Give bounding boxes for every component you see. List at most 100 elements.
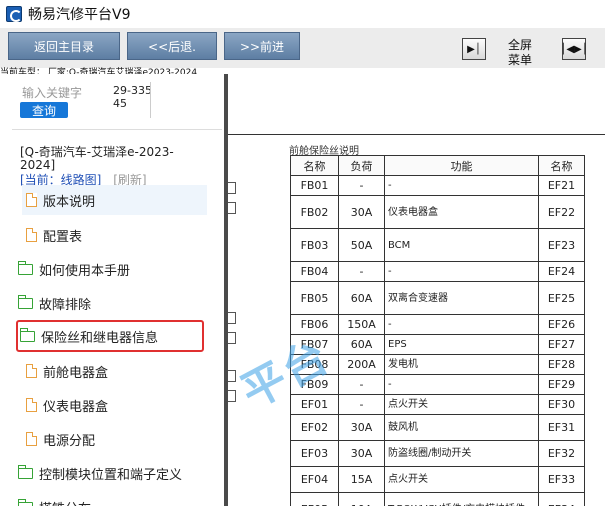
table-row: EF03 30A 防盗线圈/制动开关 EF32	[290, 440, 585, 467]
nav-item-config[interactable]: 配置表	[22, 220, 207, 250]
document-icon	[26, 193, 37, 207]
nav-item-troubleshooting[interactable]: 故障排除	[18, 288, 203, 318]
table-cell: EF34	[538, 492, 585, 506]
table-cell: EF24	[538, 261, 585, 282]
table-cell: 30A	[338, 440, 385, 467]
title-bar: 畅易汽修平台V9	[0, 0, 605, 28]
folder-icon	[18, 294, 33, 309]
column-header: 功能	[384, 155, 539, 176]
table-cell: FB09	[290, 374, 339, 395]
back-button[interactable]: <<后退.	[127, 32, 217, 60]
divider	[12, 129, 222, 130]
nav-item-ground-distribution[interactable]: 搭铁分布	[18, 492, 203, 506]
table-cell: 30A	[338, 414, 385, 441]
table-row: FB01- - EF21	[290, 175, 585, 196]
table-cell: EF32	[538, 440, 585, 467]
table-cell: EF26	[538, 314, 585, 335]
table-cell: FB01	[290, 175, 339, 196]
table-cell: 150A	[338, 314, 385, 335]
breadcrumb: [Q-奇瑞汽车-艾瑞泽e-2023-2024]	[20, 145, 174, 172]
table-row: FB06 150A - EF26	[290, 314, 585, 335]
column-header: 负荷	[338, 155, 385, 176]
column-header: 名称	[290, 155, 339, 176]
table-cell: EF22	[538, 195, 585, 229]
diagram-mark	[228, 370, 236, 382]
table-row: FB03 50A BCM EF23	[290, 228, 585, 262]
nav-item-label: 电源分配	[43, 433, 96, 449]
window-title: 畅易汽修平台V9	[28, 7, 131, 23]
collapse-panel-icon[interactable]: ▶│	[462, 38, 486, 60]
nav-item-instrument-box[interactable]: 仪表电器盒	[22, 390, 207, 420]
nav-item-label: 如何使用本手册	[39, 263, 131, 279]
expand-panel-icon[interactable]: │◀▶│	[560, 38, 588, 60]
table-row: FB02 30A 仪表电器盒 EF22	[290, 195, 585, 229]
nav-item-front-box[interactable]: 前舱电器盒	[22, 356, 207, 386]
fullscreen-label: 全屏 菜单	[507, 38, 532, 67]
table-cell: -	[338, 261, 385, 282]
nav-item-label: 前舱电器盒	[43, 365, 109, 381]
table-cell: 200A	[338, 354, 385, 375]
document-icon	[26, 398, 37, 412]
forward-button[interactable]: >>前进	[224, 32, 300, 60]
table-cell: FB08	[290, 354, 339, 375]
folder-icon	[20, 327, 35, 342]
nav-item-fuse-relay[interactable]: 保险丝和继电器信息	[16, 320, 204, 352]
table-cell: 60A	[338, 334, 385, 355]
table-cell: 30A	[338, 195, 385, 229]
table-cell: 10A	[338, 492, 385, 506]
table-cell: EF03	[290, 440, 339, 467]
table-cell: FB07	[290, 334, 339, 355]
table-cell: EF01	[290, 394, 339, 415]
fullscreen-menu-button[interactable]: 全屏 菜单	[500, 38, 540, 68]
document-viewer: 前舱保险丝说明 名称 负荷 功能 名称 FB01- - EF21 FB02 30A 仪表电…	[228, 74, 605, 506]
table-cell: EF05	[290, 492, 339, 506]
table-cell: 双离合变速器	[384, 281, 539, 315]
folder-icon	[18, 464, 33, 479]
table-cell: -	[338, 175, 385, 196]
search-input[interactable]: 输入关键字	[22, 84, 82, 101]
table-cell: FB04	[290, 261, 339, 282]
nav-item-label: 版本说明	[43, 194, 96, 210]
nav-item-label: 保险丝和继电器信息	[41, 330, 159, 346]
table-row: FB05 60A 双离合变速器 EF25	[290, 281, 585, 315]
table-cell: -	[338, 374, 385, 395]
query-button[interactable]: 查询	[20, 102, 68, 118]
nav-item-label: 故障排除	[39, 297, 92, 313]
table-cell: 60A	[338, 281, 385, 315]
diagram-mark	[228, 312, 236, 324]
column-header: 名称	[538, 155, 585, 176]
table-cell: -	[384, 175, 539, 196]
page-divider	[228, 134, 605, 135]
folder-icon	[18, 498, 33, 506]
nav-item-power-distribution[interactable]: 电源分配	[22, 424, 207, 454]
table-cell: -	[384, 314, 539, 335]
table-cell: EF21	[538, 175, 585, 196]
document-icon	[26, 432, 37, 446]
table-cell: FB06	[290, 314, 339, 335]
nav-item-control-modules[interactable]: 控制模块位置和端子定义	[18, 458, 203, 488]
table-cell: 点火开关	[384, 466, 539, 493]
table-cell: T-BOX/VCU插件/充电模块插件	[384, 492, 539, 506]
document-icon	[26, 364, 37, 378]
diagram-mark	[228, 390, 236, 402]
table-row: EF04 15A 点火开关 EF33	[290, 466, 585, 493]
table-cell: -	[338, 394, 385, 415]
table-row: FB07 60A EPS EF27	[290, 334, 585, 355]
table-cell: FB03	[290, 228, 339, 262]
table-cell: EF31	[538, 414, 585, 441]
back-to-main-button[interactable]: 返回主目录	[8, 32, 120, 60]
table-cell: 15A	[338, 466, 385, 493]
table-cell: EF27	[538, 334, 585, 355]
table-row: EF02 30A 鼓风机 EF31	[290, 414, 585, 441]
search-divider	[150, 82, 151, 118]
table-cell: EF33	[538, 466, 585, 493]
nav-item-label: 仪表电器盒	[43, 399, 109, 415]
table-cell: EF28	[538, 354, 585, 375]
nav-item-version[interactable]: 版本说明	[22, 185, 207, 215]
table-row: EF0510AT-BOX/VCU插件/充电模块插件EF34	[290, 492, 585, 506]
table-cell: EF23	[538, 228, 585, 262]
search-result-value: 29-33545	[113, 84, 152, 110]
nav-item-manual-usage[interactable]: 如何使用本手册	[18, 254, 203, 284]
table-cell: 50A	[338, 228, 385, 262]
table-cell: EF02	[290, 414, 339, 441]
